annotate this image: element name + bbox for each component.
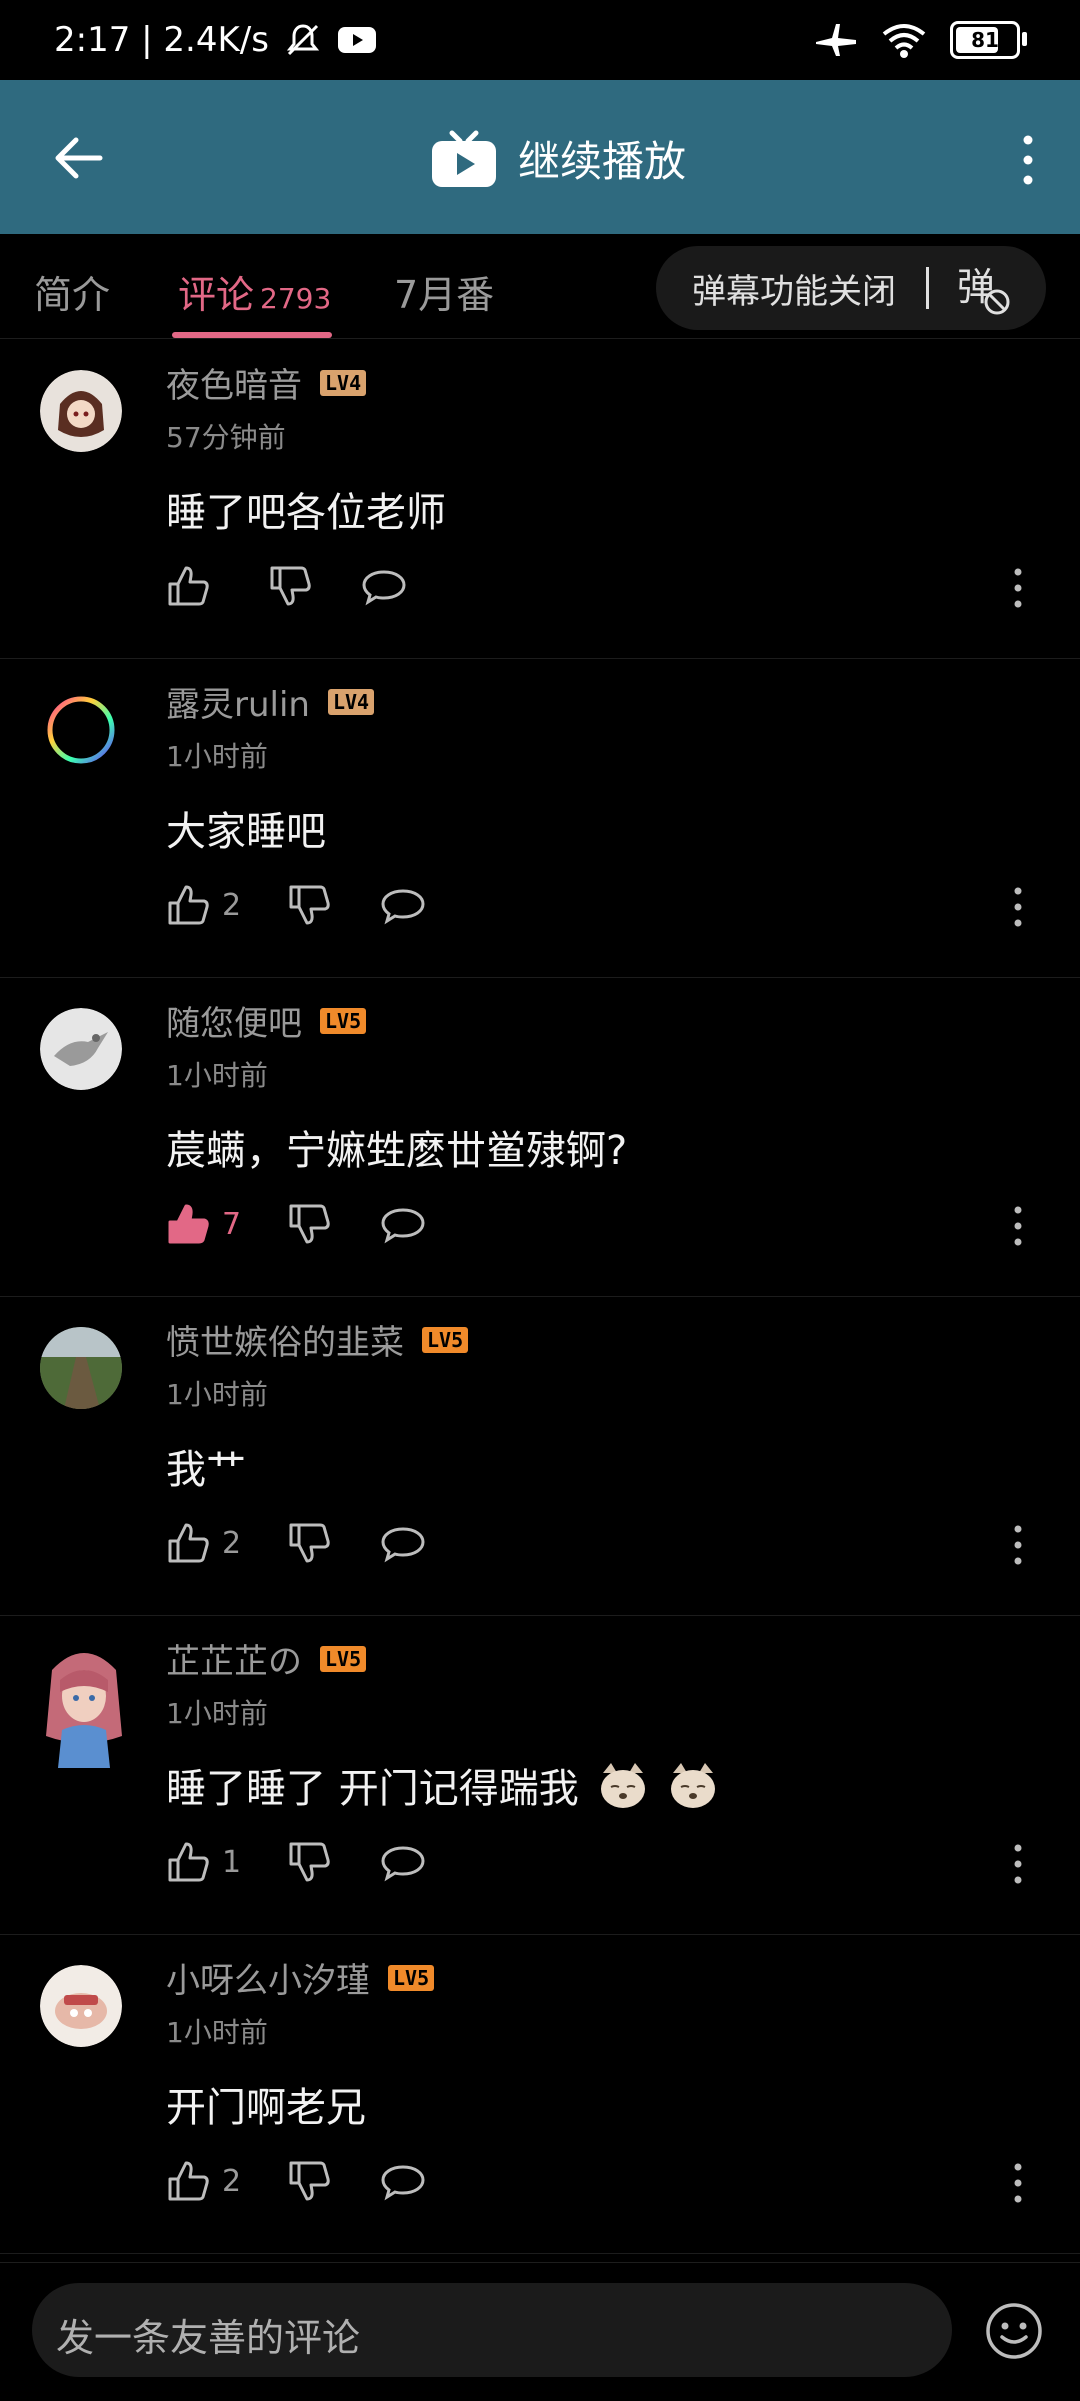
thumbs-up-filled-icon[interactable]	[166, 1202, 210, 1246]
comment-text: 大家睡吧	[166, 809, 326, 855]
comment-more-icon[interactable]	[1010, 2161, 1026, 2205]
tab-july-anime[interactable]: 7月番	[394, 264, 494, 319]
thumbs-down-icon[interactable]	[287, 1521, 331, 1565]
reply-icon[interactable]	[381, 883, 425, 927]
reply-icon[interactable]	[362, 564, 406, 608]
timestamp: 1小时前	[166, 1378, 268, 1411]
page-title: 继续播放	[518, 137, 687, 186]
back-arrow-icon[interactable]	[48, 128, 108, 188]
comment-item: 小呀么小汐瑾 LV5 1小时前 开门啊老兄 2	[0, 1935, 1080, 2254]
danmu-toggle[interactable]: 弹幕功能关闭 弹	[656, 246, 1046, 330]
reply-icon[interactable]	[381, 2159, 425, 2203]
level-badge: LV5	[422, 1326, 469, 1353]
timestamp: 1小时前	[166, 1697, 268, 1730]
youtube-icon	[337, 27, 376, 53]
comment-list: 夜色暗音 LV4 57分钟前 睡了吧各位老师 露灵rulin LV4 1小时前 …	[0, 340, 1080, 2254]
level-badge: LV4	[327, 688, 375, 715]
tab-comments[interactable]: 评论 2793	[178, 264, 331, 319]
level-badge: LV4	[320, 369, 367, 396]
like-count: 2	[222, 887, 242, 923]
comment-item: 芷芷芷の LV5 1小时前 睡了睡了 开门记得踹我 1	[0, 1616, 1080, 1935]
more-vertical-icon[interactable]	[1008, 132, 1048, 188]
comment-more-icon[interactable]	[1010, 566, 1026, 610]
avatar[interactable]	[40, 689, 122, 771]
thumbs-up-icon[interactable]	[166, 1521, 210, 1565]
like-count: 2	[222, 1525, 242, 1561]
thumbs-down-icon[interactable]	[287, 883, 331, 927]
thumbs-up-icon[interactable]	[166, 564, 210, 608]
comment-more-icon[interactable]	[1010, 1204, 1026, 1248]
tv-icon	[432, 130, 496, 187]
status-bar: 2:17 | 2.4K/s 81	[0, 0, 1080, 80]
thumbs-down-icon[interactable]	[287, 2159, 331, 2203]
comment-item: 愤世嫉俗的韭菜 LV5 1小时前 我艹 2	[0, 1297, 1080, 1616]
continue-play-button[interactable]: 继续播放	[430, 128, 686, 189]
username[interactable]: 夜色暗音	[166, 358, 302, 407]
comment-text: 开门啊老兄	[166, 2085, 366, 2131]
comment-item: 露灵rulin LV4 1小时前 大家睡吧 2	[0, 659, 1080, 978]
reply-icon[interactable]	[381, 1521, 425, 1565]
username[interactable]: 愤世嫉俗的韭菜	[166, 1315, 404, 1364]
tab-intro[interactable]: 简介	[34, 264, 110, 319]
timestamp: 1小时前	[166, 1059, 268, 1092]
timestamp: 57分钟前	[166, 421, 286, 454]
thumbs-up-icon[interactable]	[166, 883, 210, 927]
tab-bar: 简介 评论 2793 7月番 弹幕功能关闭 弹	[0, 234, 1080, 339]
comment-text: 莀螨，宁嫲甡麽丗鲎殔锕?	[166, 1128, 628, 1174]
airplane-icon	[816, 24, 856, 56]
status-time-speed: 2:17 | 2.4K/s	[54, 20, 269, 60]
divider	[926, 267, 929, 309]
comment-item: 随您便吧 LV5 1小时前 莀螨，宁嫲甡麽丗鲎殔锕? 7	[0, 978, 1080, 1297]
avatar[interactable]	[40, 370, 122, 452]
thumbs-down-icon[interactable]	[268, 564, 312, 608]
top-app-bar: 继续播放	[0, 80, 1080, 234]
reply-icon[interactable]	[381, 1202, 425, 1246]
level-badge: LV5	[320, 1645, 367, 1672]
emoji-icon[interactable]	[984, 2301, 1044, 2361]
thumbs-down-icon[interactable]	[287, 1840, 331, 1884]
avatar[interactable]	[40, 1008, 122, 1090]
like-count: 1	[222, 1844, 242, 1880]
dog-emoji-icon	[600, 1763, 645, 1808]
comment-item: 夜色暗音 LV4 57分钟前 睡了吧各位老师	[0, 340, 1080, 659]
avatar[interactable]	[40, 1965, 122, 2047]
danmu-off-icon[interactable]: 弹	[955, 260, 1011, 316]
avatar[interactable]	[34, 1640, 134, 1770]
comment-more-icon[interactable]	[1010, 1523, 1026, 1567]
danmu-label: 弹幕功能关闭	[692, 271, 896, 312]
username[interactable]: 芷芷芷の	[166, 1634, 302, 1683]
timestamp: 1小时前	[166, 740, 268, 773]
like-count: 7	[222, 1206, 242, 1242]
username[interactable]: 随您便吧	[166, 996, 302, 1045]
comment-text: 我艹	[166, 1447, 246, 1493]
level-badge: LV5	[320, 1007, 367, 1034]
comment-composer-bar: 发一条友善的评论	[0, 2262, 1080, 2401]
battery-indicator: 81	[950, 21, 1027, 59]
username[interactable]: 小呀么小汐瑾	[166, 1953, 370, 2002]
thumbs-down-icon[interactable]	[287, 1202, 331, 1246]
wifi-icon	[882, 24, 926, 58]
comment-more-icon[interactable]	[1010, 885, 1026, 929]
timestamp: 1小时前	[166, 2016, 268, 2049]
active-tab-indicator	[172, 332, 332, 338]
comment-more-icon[interactable]	[1010, 1842, 1026, 1886]
avatar[interactable]	[40, 1327, 122, 1409]
thumbs-up-icon[interactable]	[166, 1840, 210, 1884]
comment-count: 2793	[260, 282, 332, 315]
comment-input[interactable]: 发一条友善的评论	[32, 2283, 952, 2377]
comment-text: 睡了吧各位老师	[166, 490, 446, 536]
comment-text: 睡了睡了 开门记得踹我	[166, 1766, 579, 1812]
username[interactable]: 露灵rulin	[166, 677, 310, 726]
dog-emoji-icon	[670, 1763, 715, 1808]
reply-icon[interactable]	[381, 1840, 425, 1884]
like-count: 2	[222, 2163, 242, 2199]
comment-input-placeholder: 发一条友善的评论	[56, 2316, 361, 2360]
thumbs-up-icon[interactable]	[166, 2159, 210, 2203]
mute-icon	[286, 24, 320, 56]
level-badge: LV5	[388, 1964, 435, 1991]
